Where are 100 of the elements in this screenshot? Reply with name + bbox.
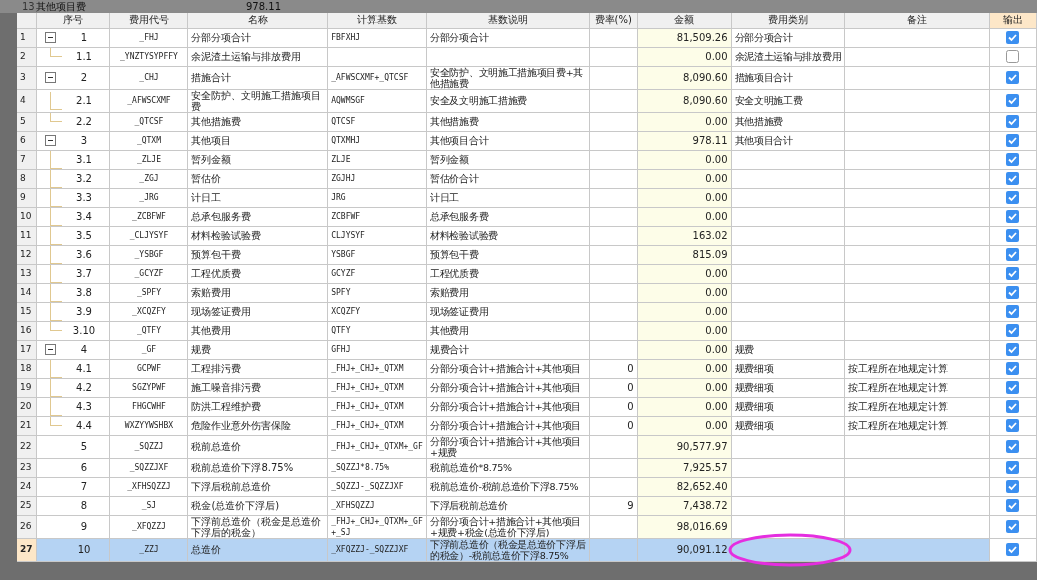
column-header[interactable]: 基数说明 — [426, 13, 590, 28]
column-header[interactable]: 费用类别 — [731, 13, 845, 28]
table-row[interactable]: 7 3.1 _ZLJE 暂列金额 ZLJE 暂列金额 0.00 — [17, 150, 1037, 169]
checkbox-checked[interactable] — [1006, 324, 1020, 337]
checkbox-checked[interactable] — [1006, 305, 1020, 318]
collapse-icon[interactable] — [45, 72, 57, 83]
table-row[interactable]: 23 6 _SQZZJXF 税前总造价下浮8.75% _SQZZJ*8.75% 税前总造价*8.75% 7,925.57 — [17, 458, 1037, 477]
table-row[interactable]: 6 3 _QTXM 其他项目 QTXMHJ 其他项目合计 978.11 其他项目合计 — [17, 131, 1037, 150]
table-row[interactable]: 5 2.2 _QTCSF 其他措施费 QTCSF 其他措施费 0.00 其他措施费 — [17, 112, 1037, 131]
column-header[interactable]: 名称 — [187, 13, 328, 28]
table-row[interactable]: 21 4.4 WXZYYWSHBX 危险作业意外伤害保险 _FHJ+_CHJ+_QTXM 分部分项合计+措施合计+其他项目 0 0.00 规费细项 按工程所在地规定计算 — [17, 416, 1037, 435]
sequence-number: 3.5 — [75, 229, 93, 243]
checkbox-checked[interactable] — [1006, 543, 1020, 556]
collapse-icon[interactable] — [45, 135, 57, 146]
table-row[interactable]: 11 3.5 _CLJYSYF 材料检验试验费 CLJYSYF 材料检验试验费 163.02 — [17, 226, 1037, 245]
checkbox-checked[interactable] — [1006, 267, 1020, 280]
checkbox-checked[interactable] — [1006, 172, 1020, 185]
checkbox-checked[interactable] — [1006, 381, 1020, 394]
base-description: 计日工 — [426, 188, 590, 207]
fee-category: 规费 — [731, 340, 845, 359]
sequence-number: 3.2 — [75, 172, 93, 186]
collapse-icon[interactable] — [45, 32, 57, 43]
fee-category: 余泥渣土运输与排放费用 — [731, 47, 845, 66]
table-row[interactable]: 8 3.2 _ZGJ 暂估价 ZGJHJ 暂估价合计 0.00 — [17, 169, 1037, 188]
column-header[interactable]: 金额 — [637, 13, 732, 28]
checkbox-checked[interactable] — [1006, 115, 1020, 128]
table-row[interactable]: 18 4.1 GCPWF 工程排污费 _FHJ+_CHJ+_QTXM 分部分项合计+措施合计+其他项目 0 0.00 规费细项 按工程所在地规定计算 — [17, 359, 1037, 378]
checkbox-checked[interactable] — [1006, 499, 1020, 512]
checkbox-checked[interactable] — [1006, 210, 1020, 223]
base-description: 材料检验试验费 — [426, 226, 590, 245]
checkbox-checked[interactable] — [1006, 248, 1020, 261]
fee-name: 索赔费用 — [187, 283, 328, 302]
table-row[interactable]: 15 3.9 _XCQZFY 现场签证费用 XCQZFY 现场签证费用 0.00 — [17, 302, 1037, 321]
fee-code: _ZGJ — [109, 169, 188, 188]
table-row[interactable]: 25 8 _SJ 税金(总造价下浮后) _XFHSQZZJ 下浮后税前总造价 9 7,438.72 — [17, 496, 1037, 515]
fee-name: 分部分项合计 — [187, 28, 328, 47]
fee-code: _XFHSQZZJ — [109, 477, 188, 496]
checkbox-checked[interactable] — [1006, 153, 1020, 166]
checkbox-checked[interactable] — [1006, 229, 1020, 242]
table-row[interactable]: 3 2 _CHJ 措施合计 _AFWSCXMF+_QTCSF 安全防护、文明施工措施项目费+其他措施费 8,090.60 措施项目合计 — [17, 66, 1037, 89]
collapse-icon[interactable] — [45, 344, 57, 355]
fee-code: _YNZTYSYPFFY — [109, 47, 188, 66]
rate-value — [589, 188, 638, 207]
column-header[interactable]: 序号 — [36, 13, 110, 28]
base-description: 下浮前总造价（税金是总造价下浮后的税金）-税前总造价下浮8.75% — [426, 538, 590, 561]
table-row[interactable]: 16 3.10 _QTFY 其他费用 QTFY 其他费用 0.00 — [17, 321, 1037, 340]
column-header[interactable]: 费用代号 — [109, 13, 188, 28]
table-row[interactable]: 13 3.7 _GCYZF 工程优质费 GCYZF 工程优质费 0.00 — [17, 264, 1037, 283]
column-header[interactable]: 费率(%) — [589, 13, 638, 28]
table-row[interactable]: 1 1 _FHJ 分部分项合计 FBFXHJ 分部分项合计 81,509.26 分部分项合计 — [17, 28, 1037, 47]
sequence-number: 2 — [79, 71, 89, 85]
table-row[interactable]: 2 1.1 _YNZTYSYPFFY 余泥渣土运输与排放费用 0.00 余泥渣土运输与排放费用 — [17, 47, 1037, 66]
base-description: 税前总造价*8.75% — [426, 458, 590, 477]
column-header[interactable]: 输出 — [989, 13, 1037, 28]
checkbox-checked[interactable] — [1006, 400, 1020, 413]
fee-name: 总造价 — [187, 538, 328, 561]
rate-value — [589, 477, 638, 496]
checkbox-checked[interactable] — [1006, 134, 1020, 147]
calc-base: _FHJ+_CHJ+_QTXM+_GF+_SJ — [327, 515, 427, 538]
base-description: 安全及文明施工措施费 — [426, 89, 590, 112]
column-header[interactable]: 备注 — [844, 13, 990, 28]
checkbox-checked[interactable] — [1006, 191, 1020, 204]
checkbox-checked[interactable] — [1006, 461, 1020, 474]
checkbox-checked[interactable] — [1006, 362, 1020, 375]
rate-value — [589, 435, 638, 458]
table-row[interactable]: 14 3.8 _SPFY 索赔费用 SPFY 索赔费用 0.00 — [17, 283, 1037, 302]
checkbox-checked[interactable] — [1006, 286, 1020, 299]
checkbox-checked[interactable] — [1006, 419, 1020, 432]
base-description: 暂估价合计 — [426, 169, 590, 188]
calc-base: _SQZZJ-_SQZZJXF — [327, 477, 427, 496]
table-row[interactable]: 27 10 _ZZJ 总造价 _XFQZZJ-_SQZZJXF 下浮前总造价（税金是总造价下浮后的税金）-税前总造价下浮8.75% 90,091.12 — [17, 538, 1037, 561]
rate-value — [589, 321, 638, 340]
checkbox-checked[interactable] — [1006, 94, 1020, 107]
calc-base: CLJYSYF — [327, 226, 427, 245]
table-row[interactable]: 17 4 _GF 规费 GFHJ 规费合计 0.00 规费 — [17, 340, 1037, 359]
table-row[interactable]: 19 4.2 SGZYPWF 施工噪音排污费 _FHJ+_CHJ+_QTXM 分部分项合计+措施合计+其他项目 0 0.00 规费细项 按工程所在地规定计算 — [17, 378, 1037, 397]
checkbox[interactable] — [1006, 50, 1020, 63]
sequence-number: 7 — [79, 480, 89, 494]
table-row[interactable]: 10 3.4 _ZCBFWF 总承包服务费 ZCBFWF 总承包服务费 0.00 — [17, 207, 1037, 226]
column-header[interactable]: 计算基数 — [327, 13, 427, 28]
checkbox-checked[interactable] — [1006, 31, 1020, 44]
checkbox-checked[interactable] — [1006, 520, 1020, 533]
amount-text: 978.11 — [246, 1, 281, 12]
table-row[interactable]: 24 7 _XFHSQZZJ 下浮后税前总造价 _SQZZJ-_SQZZJXF 税前总造价-税前总造价下浮8.75% 82,652.40 — [17, 477, 1037, 496]
sequence-number: 1 — [79, 31, 89, 45]
checkbox-checked[interactable] — [1006, 343, 1020, 356]
table-row[interactable]: 20 4.3 FHGCWHF 防洪工程维护费 _FHJ+_CHJ+_QTXM 分部分项合计+措施合计+其他项目 0 0.00 规费细项 按工程所在地规定计算 — [17, 397, 1037, 416]
checkbox-checked[interactable] — [1006, 480, 1020, 493]
calc-base: JRG — [327, 188, 427, 207]
fee-code: SGZYPWF — [109, 378, 188, 397]
rate-value — [589, 66, 638, 89]
checkbox-checked[interactable] — [1006, 71, 1020, 84]
table-row[interactable]: 12 3.6 _YSBGF 预算包干费 YSBGF 预算包干费 815.09 — [17, 245, 1037, 264]
fee-name: 其他费用 — [187, 321, 328, 340]
rate-value — [589, 112, 638, 131]
checkbox-checked[interactable] — [1006, 440, 1020, 453]
table-row[interactable]: 9 3.3 _JRG 计日工 JRG 计日工 0.00 — [17, 188, 1037, 207]
table-row[interactable]: 26 9 _XFQZZJ 下浮前总造价（税金是总造价下浮后的税金） _FHJ+_CHJ+_QTXM+_GF+_SJ 分部分项合计+措施合计+其他项目+规费+税金(总造价下浮后) 98,016.69 — [17, 515, 1037, 538]
calc-base: _FHJ+_CHJ+_QTXM — [327, 359, 427, 378]
base-description: 分部分项合计+措施合计+其他项目 — [426, 416, 590, 435]
